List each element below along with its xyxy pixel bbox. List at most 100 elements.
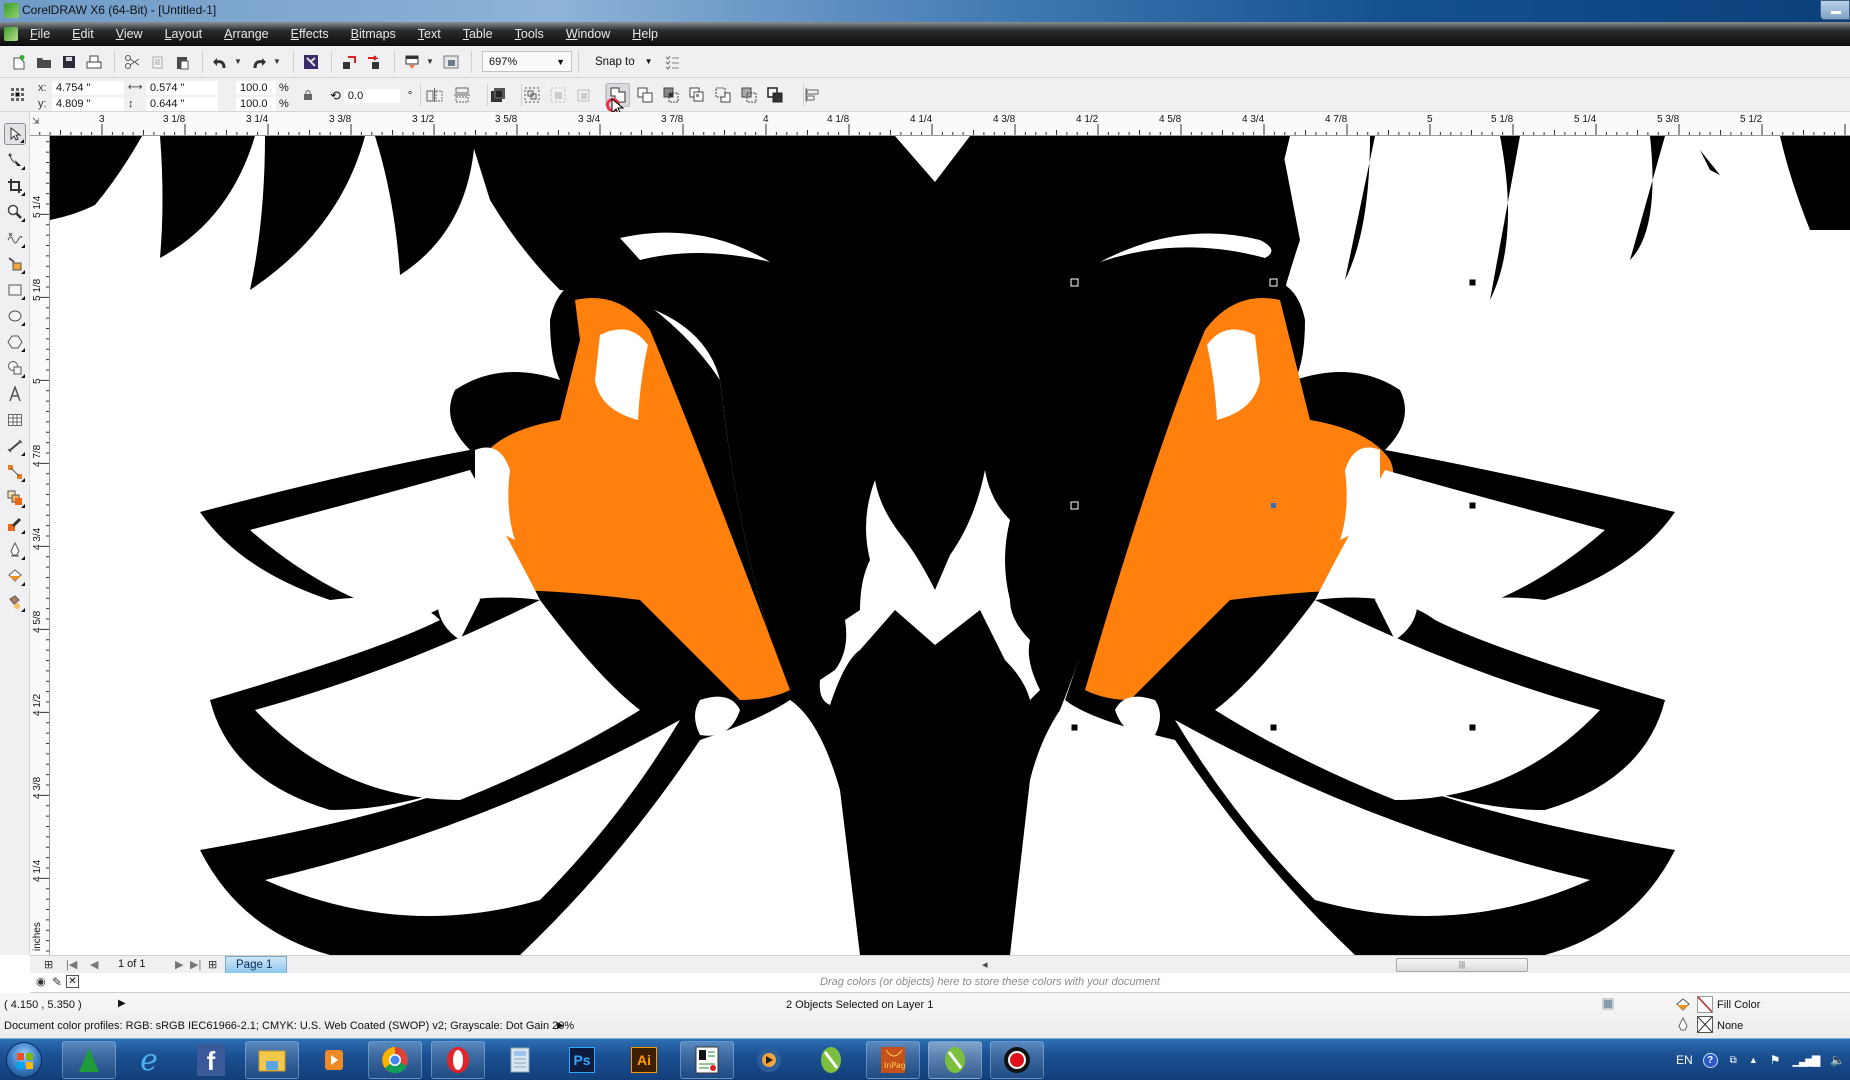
menu-arrange[interactable]: Arrange bbox=[224, 27, 268, 41]
snap-to-button[interactable]: Snap to ▼ bbox=[595, 56, 653, 68]
menu-effects[interactable]: Effects bbox=[291, 27, 329, 41]
show-hidden-icons-chevron[interactable]: ▲ bbox=[1749, 1055, 1758, 1065]
scroll-left-icon[interactable]: ◂ bbox=[982, 958, 988, 971]
taskbar-coreldraw[interactable] bbox=[804, 1041, 858, 1079]
expand-arrow-icon[interactable]: ▶ bbox=[557, 1020, 564, 1031]
application-launcher-dropdown[interactable]: ▼ bbox=[426, 51, 434, 73]
no-outline-swatch-icon[interactable] bbox=[1697, 1016, 1713, 1033]
x-position-field[interactable]: x: 4.754 " bbox=[38, 80, 124, 95]
no-color-swatch[interactable]: ✕ bbox=[66, 975, 79, 988]
eyedropper-icon[interactable]: ✎ bbox=[52, 975, 62, 989]
smart-fill-tool[interactable] bbox=[4, 253, 26, 275]
action-center-flag-icon[interactable]: ⚑ bbox=[1770, 1053, 1781, 1067]
crop-tool[interactable] bbox=[4, 175, 26, 197]
freehand-tool[interactable] bbox=[4, 227, 26, 249]
taskbar-inpage[interactable]: InPage bbox=[866, 1041, 920, 1079]
scale-x-input[interactable]: 100.0 bbox=[236, 80, 276, 95]
undo-button[interactable] bbox=[209, 51, 231, 73]
menu-edit[interactable]: Edit bbox=[72, 27, 94, 41]
eyedropper-tool[interactable] bbox=[4, 513, 26, 535]
x-position-input[interactable]: 4.754 " bbox=[52, 80, 124, 95]
menu-file[interactable]: File bbox=[30, 27, 50, 41]
document-palette[interactable]: ◉ ✎ ✕ Drag colors (or objects) here to s… bbox=[30, 973, 1850, 993]
open-button[interactable] bbox=[33, 51, 55, 73]
volume-icon[interactable]: 🔈 bbox=[1830, 1053, 1845, 1067]
taskbar-opera[interactable] bbox=[431, 1041, 485, 1079]
mirror-horizontal-icon[interactable] bbox=[426, 87, 444, 103]
application-launcher-button[interactable] bbox=[401, 51, 423, 73]
taskbar-media-center[interactable] bbox=[742, 1041, 796, 1079]
copy-button[interactable] bbox=[146, 51, 168, 73]
trim-icon[interactable] bbox=[637, 87, 653, 103]
taskbar-photoshop[interactable]: Ps bbox=[555, 1041, 609, 1079]
y-position-input[interactable]: 4.809 " bbox=[52, 96, 124, 111]
language-indicator[interactable]: EN bbox=[1676, 1053, 1693, 1067]
vertical-ruler[interactable]: 5 1/4 5 1/8 5 4 7/8 4 3/4 4 5/8 4 1/2 4 3/8 4 1/… bbox=[30, 136, 50, 955]
outline-pen-tool[interactable] bbox=[4, 539, 26, 561]
taskbar-illustrator[interactable]: Ai bbox=[617, 1041, 671, 1079]
menu-layout[interactable]: Layout bbox=[165, 27, 203, 41]
menu-window[interactable]: Window bbox=[566, 27, 610, 41]
show-desktop-icon[interactable]: ⧉ bbox=[1730, 1055, 1737, 1066]
undo-dropdown[interactable]: ▼ bbox=[234, 51, 242, 73]
paste-button[interactable] bbox=[171, 51, 193, 73]
rotation-input[interactable]: 0.0 bbox=[343, 88, 400, 103]
width-input[interactable]: 0.574 " bbox=[146, 80, 218, 95]
rectangle-tool[interactable] bbox=[4, 279, 26, 301]
help-icon[interactable]: ? bbox=[1702, 1052, 1718, 1068]
menu-tools[interactable]: Tools bbox=[515, 27, 544, 41]
taskbar-autocad[interactable] bbox=[62, 1041, 116, 1079]
drawing-canvas[interactable] bbox=[50, 136, 1850, 955]
last-page-icon[interactable]: ▶| bbox=[190, 958, 201, 971]
taskbar-inpage-tool[interactable] bbox=[680, 1041, 734, 1079]
start-button[interactable] bbox=[6, 1042, 42, 1078]
pick-tool[interactable] bbox=[4, 123, 26, 145]
taskbar-internet-explorer[interactable]: e bbox=[122, 1041, 176, 1079]
shape-tool[interactable] bbox=[4, 149, 26, 171]
back-minus-front-icon[interactable] bbox=[741, 87, 757, 103]
rotation-field[interactable]: ⟲ 0.0 ° bbox=[330, 88, 412, 103]
color-profiles[interactable]: Document color profiles: RGB: sRGB IEC61… bbox=[4, 1020, 574, 1032]
dimension-tool[interactable] bbox=[4, 435, 26, 457]
ellipse-tool[interactable] bbox=[4, 305, 26, 327]
mirror-vertical-icon[interactable] bbox=[454, 87, 472, 103]
align-distribute-icon[interactable] bbox=[804, 87, 820, 103]
palette-menu-icon[interactable]: ◉ bbox=[36, 975, 46, 988]
basic-shapes-tool[interactable] bbox=[4, 357, 26, 379]
welcome-screen-button[interactable] bbox=[440, 51, 462, 73]
interactive-fill-tool[interactable] bbox=[4, 591, 26, 613]
polygon-tool[interactable] bbox=[4, 331, 26, 353]
height-input[interactable]: 0.644 " bbox=[146, 96, 218, 111]
zoom-level-combo[interactable]: 697% ▼ bbox=[482, 51, 572, 72]
horizontal-scrollbar-thumb[interactable]: ||| bbox=[1396, 958, 1528, 972]
simplify-icon[interactable] bbox=[689, 87, 705, 103]
group-icon[interactable] bbox=[524, 87, 540, 103]
taskbar-facebook[interactable]: f bbox=[184, 1041, 238, 1079]
horizontal-ruler[interactable]: 3 3 1/8 3 1/4 3 3/8 3 1/2 3 5/8 3 3/4 3 7/8 4 4 1… bbox=[30, 112, 1850, 136]
search-content-button[interactable] bbox=[300, 51, 322, 73]
network-signal-icon[interactable]: ▁▃▅▇ bbox=[1793, 1054, 1821, 1067]
ungroup-all-icon[interactable] bbox=[576, 87, 592, 103]
menu-view[interactable]: View bbox=[116, 27, 143, 41]
taskbar-media-player[interactable] bbox=[307, 1041, 361, 1079]
menu-bitmaps[interactable]: Bitmaps bbox=[351, 27, 396, 41]
export-button[interactable] bbox=[363, 51, 385, 73]
scale-y-input[interactable]: 100.0 bbox=[236, 96, 276, 111]
next-page-icon[interactable]: ▶ bbox=[175, 958, 183, 971]
scale-y-field[interactable]: 100.0 % bbox=[236, 96, 289, 111]
front-minus-back-icon[interactable] bbox=[715, 87, 731, 103]
height-field[interactable]: ↕ 0.644 " bbox=[128, 96, 218, 111]
save-button[interactable] bbox=[58, 51, 80, 73]
monitor-icon[interactable] bbox=[1602, 998, 1614, 1010]
redo-dropdown[interactable]: ▼ bbox=[273, 51, 281, 73]
new-button[interactable] bbox=[8, 51, 30, 73]
menu-text[interactable]: Text bbox=[418, 27, 441, 41]
interactive-blend-tool[interactable] bbox=[4, 487, 26, 509]
page-tab-1[interactable]: Page 1 bbox=[225, 956, 287, 973]
y-position-field[interactable]: y: 4.809 " bbox=[38, 96, 124, 111]
ungroup-icon[interactable] bbox=[550, 87, 566, 103]
width-field[interactable]: ⟷ 0.574 " bbox=[128, 80, 218, 95]
no-fill-swatch-icon[interactable] bbox=[1697, 996, 1713, 1013]
taskbar-recorder[interactable] bbox=[990, 1041, 1044, 1079]
import-button[interactable] bbox=[338, 51, 360, 73]
